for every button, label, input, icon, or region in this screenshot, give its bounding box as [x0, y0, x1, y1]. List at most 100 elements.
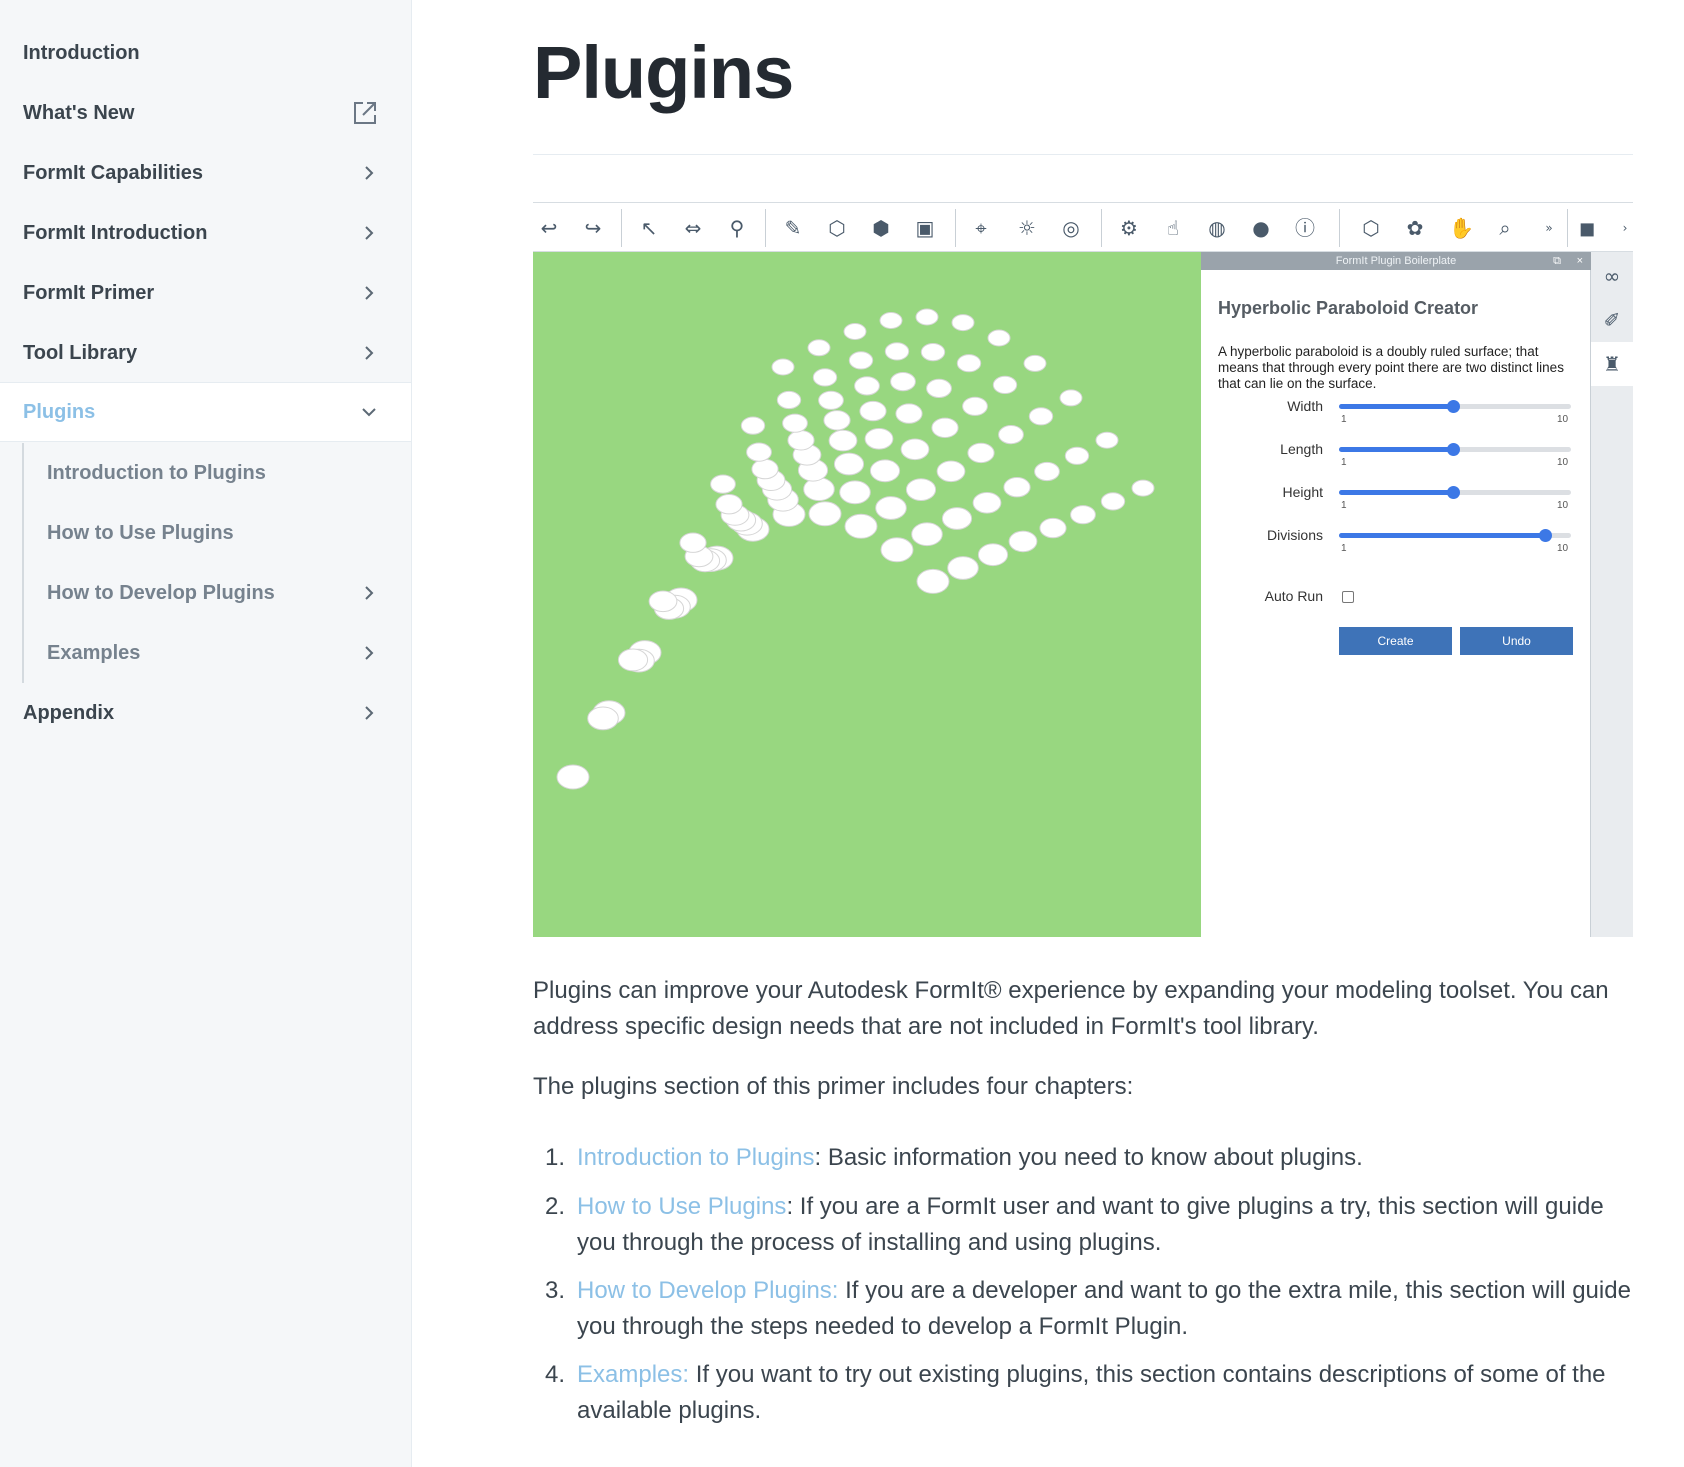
sidebar-item-how-to-develop-plugins[interactable]: How to Develop Plugins	[24, 563, 411, 623]
link-introduction-to-plugins[interactable]: Introduction to Plugins	[577, 1144, 814, 1171]
surface-node	[926, 378, 952, 398]
sidebar-item-examples[interactable]: Examples	[24, 623, 411, 683]
surface-node	[1059, 389, 1083, 407]
panel-description: A hyperbolic paraboloid is a doubly rule…	[1218, 344, 1564, 391]
slider-width[interactable]	[1339, 400, 1571, 413]
surface-node	[916, 568, 950, 594]
surface-node	[823, 410, 851, 431]
surface-node	[905, 478, 937, 502]
zoom-icon: ⌕	[1499, 216, 1511, 240]
surface-node	[808, 501, 842, 527]
sidebar-item-appendix[interactable]: Appendix	[0, 683, 411, 743]
list-text: If you want to try out existing plugins,…	[577, 1361, 1606, 1424]
list-content: How to Develop Plugins: If you are a dev…	[577, 1273, 1633, 1345]
popout-icon: ⧉	[1553, 255, 1561, 267]
slider-fill	[1339, 533, 1546, 538]
slider-length[interactable]	[1339, 443, 1571, 456]
surface-node	[1028, 407, 1054, 426]
surface-node	[875, 496, 907, 520]
slider-label: Height	[1282, 484, 1323, 500]
gear-icon: ⚙	[1120, 216, 1138, 240]
slider-max-label: 10	[1557, 414, 1569, 425]
surface-node	[972, 492, 1002, 514]
chapters-intro: The plugins section of this primer inclu…	[533, 1073, 1134, 1100]
view-cube-icon: ⬡	[1362, 216, 1380, 240]
surface-node	[987, 329, 1011, 347]
sidebar-nav: Introduction What's New FormIt Capabilit…	[0, 0, 412, 1467]
3d-viewport	[533, 252, 1201, 937]
chevron-right-icon	[359, 583, 379, 603]
slider-height[interactable]	[1339, 486, 1571, 499]
surface-node	[1100, 492, 1126, 511]
create-button[interactable]: Create	[1339, 627, 1452, 655]
sidebar-item-label: FormIt Introduction	[23, 221, 208, 244]
list-number: 2.	[545, 1193, 566, 1220]
surface-node	[710, 474, 736, 494]
surface-node	[859, 400, 887, 422]
slider-max-label: 10	[1557, 457, 1569, 468]
link-how-to-use-plugins[interactable]: How to Use Plugins	[577, 1193, 786, 1220]
surface-node	[936, 460, 966, 483]
sidebar-item-plugins[interactable]: Plugins	[0, 382, 411, 442]
page-title: Plugins	[533, 31, 794, 114]
sidebar-item-formit-introduction[interactable]: FormIt Introduction	[0, 203, 411, 263]
surface-node	[587, 706, 619, 731]
surface-node	[967, 442, 995, 464]
surface-node	[956, 354, 982, 373]
surface-node	[941, 507, 973, 530]
auto-run-label: Auto Run	[1264, 588, 1323, 604]
sidebar-item-introduction[interactable]: Introduction	[0, 23, 411, 83]
undo-button[interactable]: Undo	[1460, 627, 1573, 655]
surface-node	[556, 764, 590, 790]
brush-icon: ✐	[1603, 308, 1621, 332]
panel-header-title: FormIt Plugin Boilerplate	[1335, 255, 1457, 267]
plugin-sidebar: ∞ ✐ ♜	[1591, 252, 1633, 937]
toolbar-separator	[1339, 209, 1340, 247]
slider-label: Length	[1280, 441, 1323, 457]
slider-min-label: 1	[1341, 500, 1347, 511]
chevron-right-icon	[359, 283, 379, 303]
slider-handle[interactable]	[1446, 400, 1460, 413]
list-content: Introduction to Plugins: Basic informati…	[577, 1140, 1633, 1176]
auto-run-checkbox[interactable]	[1342, 591, 1354, 603]
surface-node	[746, 442, 772, 462]
surface-node	[844, 513, 878, 539]
sidebar-item-label: Introduction	[23, 41, 140, 64]
surface-node	[812, 368, 838, 387]
surface-node	[1023, 354, 1047, 372]
sidebar-item-formit-primer[interactable]: FormIt Primer	[0, 263, 411, 323]
undo-icon: ↩	[540, 216, 558, 240]
slider-handle[interactable]	[1446, 443, 1460, 456]
surface-node	[962, 396, 988, 416]
sidebar-item-tool-library[interactable]: Tool Library	[0, 323, 411, 383]
more-icon: »	[1545, 221, 1553, 235]
slider-handle[interactable]	[1446, 486, 1460, 499]
orbit-icon: ✿	[1406, 216, 1424, 240]
slider-handle[interactable]	[1539, 529, 1553, 542]
slider-label: Width	[1287, 398, 1323, 414]
pan-icon: ✋	[1449, 216, 1474, 240]
surface-node	[1064, 446, 1090, 465]
sidebar-item-how-to-use-plugins[interactable]: How to Use Plugins	[24, 503, 411, 563]
link-how-to-develop-plugins[interactable]: How to Develop Plugins:	[577, 1277, 838, 1304]
surface-node	[787, 430, 815, 451]
sidebar-item-introduction-to-plugins[interactable]: Introduction to Plugins	[24, 443, 411, 503]
surface-node	[880, 537, 914, 563]
push-pull-icon: ⬢	[872, 216, 890, 240]
panel-title: Hyperbolic Paraboloid Creator	[1218, 298, 1479, 318]
globe-icon: ◍	[1208, 216, 1226, 240]
sidebar-item-label: FormIt Capabilities	[23, 161, 204, 184]
intro-paragraph: Plugins can improve your Autodesk FormIt…	[533, 977, 1609, 1040]
surface-node	[884, 342, 910, 361]
sidebar-item-whats-new[interactable]: What's New	[0, 83, 411, 143]
slider-divisions[interactable]	[1339, 529, 1571, 542]
toolbar-separator	[765, 209, 766, 247]
surface-node	[1034, 461, 1060, 482]
chevron-right-icon	[359, 703, 379, 723]
chevron-right-icon	[359, 343, 379, 363]
chevron-right-icon	[359, 223, 379, 243]
surface-node	[803, 477, 835, 502]
sidebar-item-formit-capabilities[interactable]: FormIt Capabilities	[0, 143, 411, 203]
surface-node	[1131, 479, 1155, 497]
link-examples[interactable]: Examples:	[577, 1361, 689, 1388]
